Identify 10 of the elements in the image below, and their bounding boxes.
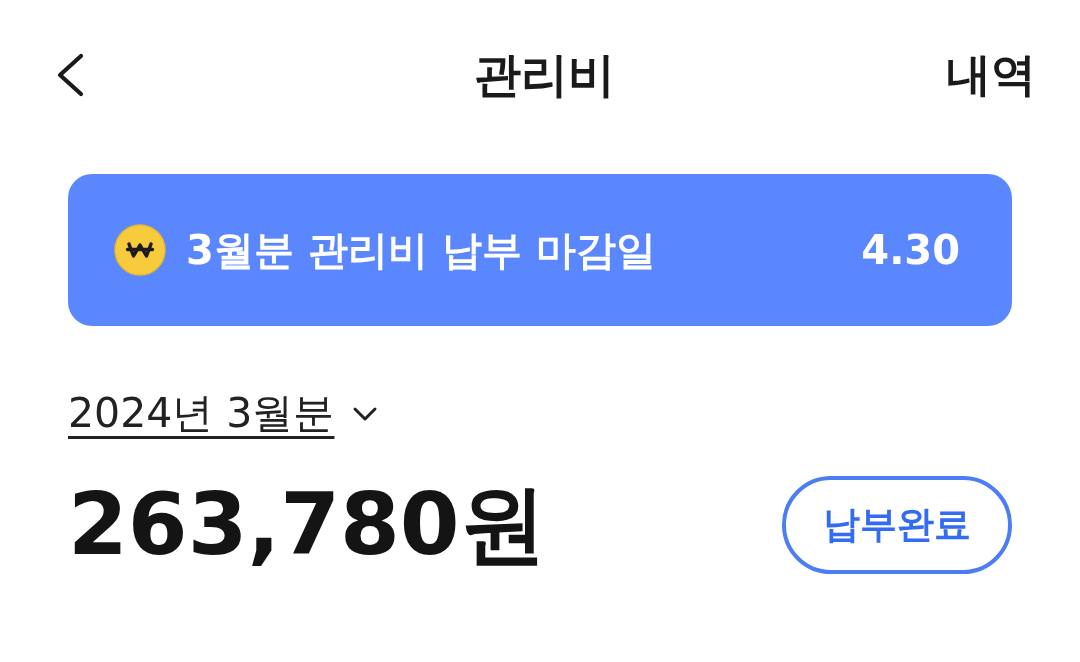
coin-icon [114,224,166,276]
deadline-label: 3월분 관리비 납부 마감일 [186,225,657,275]
history-link[interactable]: 내역 [946,48,1036,102]
back-icon [56,53,84,97]
payment-status-button[interactable]: 납부완료 [782,475,1012,574]
chevron-down-icon[interactable] [352,405,379,422]
bill-amount: 263,780원 [68,475,546,575]
period-selector[interactable]: 2024년 3월분 [68,388,335,440]
page-title: 관리비 [473,46,615,104]
deadline-date: 4.30 [861,227,960,273]
